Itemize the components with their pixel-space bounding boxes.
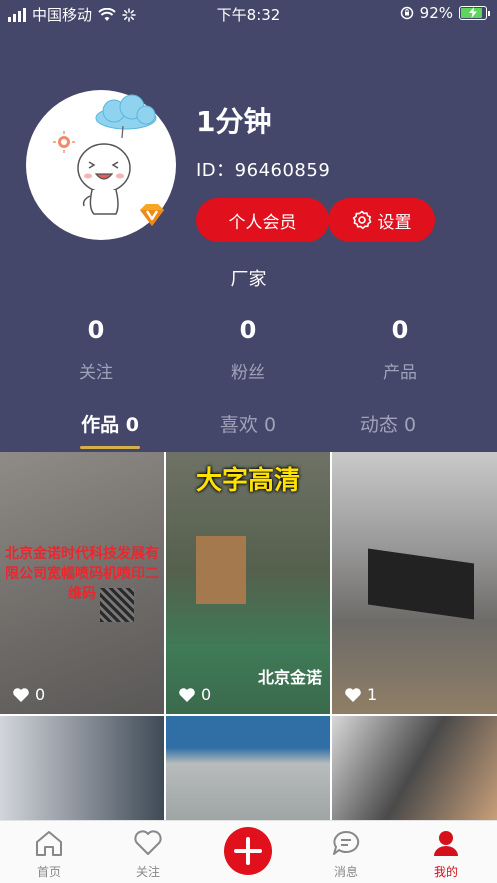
heart-icon (13, 687, 29, 702)
gear-icon (352, 210, 371, 230)
nav-follow[interactable]: 关注 (108, 827, 188, 880)
like-count: 0 (35, 685, 46, 704)
user-id: ID：96460859 (196, 160, 331, 181)
user-icon (434, 831, 458, 856)
machine-image (368, 548, 474, 620)
personal-member-button[interactable]: 个人会员 (196, 198, 329, 242)
heart-icon (345, 687, 361, 702)
stat-fans[interactable]: 0 粉丝 (188, 316, 308, 383)
box-image (196, 536, 246, 604)
publish-button[interactable] (224, 827, 272, 875)
plus-icon (234, 837, 262, 865)
active-tab-indicator (80, 446, 140, 449)
nav-follow-label: 关注 (135, 865, 160, 879)
post-overlay-text: 北京金诺时代科技发展有限公司宽幅喷码机喷印二维码 (5, 546, 159, 602)
message-icon (333, 830, 360, 855)
posts-grid: 北京金诺时代科技发展有限公司宽幅喷码机喷印二维码 0 大字高清 北京金诺 0 1 (0, 452, 497, 822)
post-thumbnail[interactable]: 1 (332, 452, 497, 714)
tab-likes[interactable]: 喜欢 0 (178, 410, 318, 437)
post-thumbnail[interactable] (0, 716, 164, 822)
battery-percent: 92% (419, 4, 453, 22)
username: 1分钟 (196, 105, 272, 138)
post-thumbnail[interactable]: 大字高清 北京金诺 0 (166, 452, 330, 714)
post-overlay-text: 大字高清 (195, 466, 300, 496)
stat-label: 粉丝 (231, 363, 265, 383)
stat-value: 0 (239, 316, 257, 344)
like-count: 1 (367, 685, 378, 704)
nav-mine-label: 我的 (433, 865, 458, 879)
stat-value: 0 (87, 316, 105, 344)
post-thumbnail[interactable] (332, 716, 497, 822)
settings-label: 设置 (377, 212, 412, 233)
status-right: 92% (400, 4, 490, 22)
heart-outline-icon (134, 830, 162, 855)
tab-activity[interactable]: 动态 0 (318, 410, 458, 437)
post-thumbnail[interactable]: 北京金诺时代科技发展有限公司宽幅喷码机喷印二维码 0 (0, 452, 164, 714)
heart-icon (179, 687, 195, 702)
post-caption: 北京金诺 (257, 668, 322, 687)
settings-button[interactable]: 设置 (328, 198, 435, 242)
bottom-navigation: 首页 关注 消息 我的 (0, 820, 497, 883)
content-tabs: 作品 0 喜欢 0 动态 0 (0, 410, 497, 452)
personal-member-label: 个人会员 (228, 212, 297, 233)
nav-messages[interactable]: 消息 (306, 827, 386, 880)
nav-home-label: 首页 (36, 865, 61, 879)
nav-messages-label: 消息 (333, 865, 358, 879)
stat-label: 关注 (79, 363, 113, 383)
stat-label: 产品 (383, 363, 417, 383)
nav-home[interactable]: 首页 (9, 827, 89, 880)
stat-following[interactable]: 0 关注 (36, 316, 156, 383)
orientation-lock-icon (400, 6, 413, 20)
user-role: 厂家 (230, 269, 267, 290)
tab-works[interactable]: 作品 0 (40, 410, 180, 437)
stat-products[interactable]: 0 产品 (340, 316, 460, 383)
battery-icon (459, 6, 490, 20)
stat-value: 0 (391, 316, 409, 344)
home-icon (36, 831, 62, 856)
vip-badge-icon (138, 202, 166, 228)
post-likes: 0 (12, 685, 45, 704)
post-thumbnail[interactable] (166, 716, 330, 822)
status-bar: 中国移动 下午8:32 92% (0, 0, 497, 28)
post-likes: 0 (178, 685, 211, 704)
nav-mine[interactable]: 我的 (406, 827, 486, 880)
like-count: 0 (201, 685, 212, 704)
post-likes: 1 (344, 685, 377, 704)
